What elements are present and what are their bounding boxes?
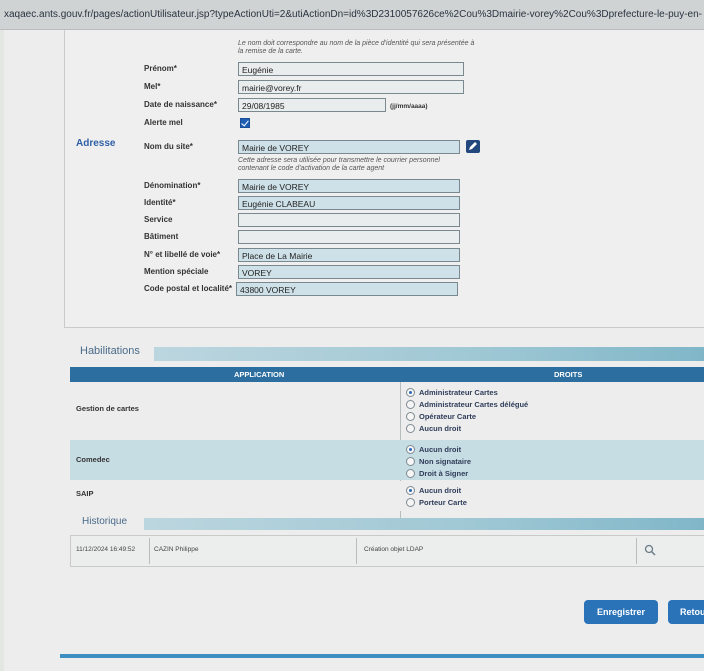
col-droits: DROITS [554,370,583,379]
site-note: Cette adresse sera utilisée pour transme… [238,157,440,172]
mention-field[interactable]: VOREY [238,265,460,279]
historique-title: Historique [82,516,128,527]
denomination-field[interactable]: Mairie de VOREY [238,179,460,193]
option-aucun-droit-gestion: Aucun droit [419,424,462,433]
site-label: Nom du site* [144,142,193,151]
prenom-label: Prénom* [144,64,177,73]
habilitations-band [154,347,704,361]
radio-porteur-carte[interactable] [406,498,415,507]
option-admin-cartes-delegue: Administrateur Cartes délégué [419,400,529,409]
option-operateur-carte: Opérateur Carte [419,412,477,421]
app-saip: SAIP [76,489,94,498]
habilitations-table-header: APPLICATION DROITS [70,367,704,382]
page-content: Le nom doit correspondre au nom de la pi… [4,30,704,671]
cp-field[interactable]: 43800 VOREY [236,282,458,296]
option-droit-signer: Droit à Signer [419,469,469,478]
back-button[interactable]: Retour [668,600,704,624]
address-section-title: Adresse [76,138,116,149]
radio-aucun-droit-saip[interactable] [406,486,415,495]
historique-date: 11/12/2024 16:49:52 [76,546,136,553]
alert-mel-checkbox[interactable] [240,118,250,128]
url-text: xaqaec.ants.gouv.fr/pages/actionUtilisat… [4,9,702,20]
habilitations-title: Habilitations [80,345,140,357]
pencil-icon [469,142,477,150]
identity-note: Le nom doit correspondre au nom de la pi… [238,40,475,55]
mention-label: Mention spéciale [144,267,209,276]
app-gestion-cartes: Gestion de cartes [76,404,139,413]
option-porteur-carte: Porteur Carte [419,498,467,507]
radio-operateur-carte[interactable] [406,412,415,421]
column-divider [636,538,637,564]
table-row: SAIP [70,481,704,511]
site-field[interactable]: Mairie de VOREY [238,140,460,154]
alert-mel-label: Alerte mel [144,118,183,127]
birthdate-field[interactable]: 29/08/1985 [238,98,386,112]
voie-label: N° et libellé de voie* [144,250,221,259]
cp-label: Code postal et localité* [144,284,233,293]
option-admin-cartes: Administrateur Cartes [419,388,498,397]
mel-field[interactable]: mairie@vorey.fr [238,80,464,94]
option-non-signataire: Non signataire [419,457,472,466]
save-button[interactable]: Enregistrer [584,600,658,624]
radio-aucun-droit-gestion[interactable] [406,424,415,433]
radio-non-signataire[interactable] [406,457,415,466]
col-application: APPLICATION [234,370,285,379]
radio-admin-cartes-delegue[interactable] [406,400,415,409]
prenom-field[interactable]: Eugénie [238,62,464,76]
service-label: Service [144,215,173,224]
voie-field[interactable]: Place de La Mairie [238,248,460,262]
historique-band [144,518,704,530]
app-comedec: Comedec [76,455,110,464]
table-row: Gestion de cartes [70,382,704,437]
birthdate-label: Date de naissance* [144,100,217,109]
radio-aucun-droit-comedec[interactable] [406,445,415,454]
edit-site-button[interactable] [466,140,480,153]
historique-action: Création objet LDAP [364,546,424,553]
footer-bar [60,654,704,658]
option-aucun-droit-saip: Aucun droit [419,486,462,495]
mel-label: Mel* [144,82,161,91]
service-field[interactable] [238,213,460,227]
magnifier-icon[interactable] [644,544,656,556]
historique-user: CAZIN Philippe [154,546,199,553]
identite-label: Identité* [144,198,176,207]
batiment-field[interactable] [238,230,460,244]
table-row: Comedec [70,440,704,480]
browser-address-bar[interactable]: xaqaec.ants.gouv.fr/pages/actionUtilisat… [0,0,704,30]
radio-admin-cartes[interactable] [406,388,415,397]
denomination-label: Dénomination* [144,181,201,190]
identite-field[interactable]: Eugénie CLABEAU [238,196,460,210]
radio-droit-signer[interactable] [406,469,415,478]
batiment-label: Bâtiment [144,232,179,241]
column-divider [149,538,150,564]
birthdate-hint: (jj/mm/aaaa) [390,103,428,110]
column-divider [356,538,357,564]
option-aucun-droit-comedec: Aucun droit [419,445,462,454]
